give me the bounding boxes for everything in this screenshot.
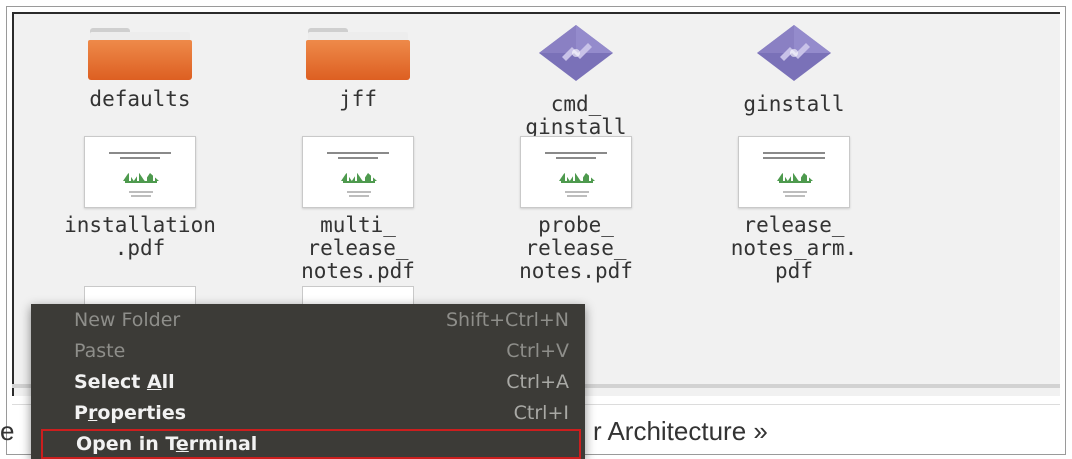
file-label: defaults (89, 87, 191, 111)
file-item-jff[interactable]: jff (288, 28, 428, 111)
menu-item-paste[interactable]: Paste Ctrl+V (41, 336, 581, 366)
pdf-icon (520, 136, 632, 208)
menu-item-select-all[interactable]: Select All Ctrl+A (41, 367, 581, 397)
menu-item-label: Properties (74, 402, 187, 424)
file-label: ginstall (743, 92, 845, 116)
file-label: probe_ release_ notes.pdf (519, 213, 633, 283)
menu-item-label: New Folder (74, 309, 181, 331)
file-item-release-notes-arm-pdf[interactable]: release_ notes_arm. pdf (714, 136, 874, 283)
file-item-probe-release-notes-pdf[interactable]: probe_ release_ notes.pdf (496, 136, 656, 283)
menu-item-shortcut: Shift+Ctrl+N (445, 309, 569, 331)
menu-item-shortcut: Ctrl+I (513, 402, 569, 424)
menu-item-label: Paste (74, 340, 126, 362)
file-item-installation-pdf[interactable]: installation .pdf (60, 136, 220, 260)
menu-item-properties[interactable]: Properties Ctrl+I (41, 398, 581, 428)
file-item-ginstall[interactable]: ginstall (724, 22, 864, 116)
menu-item-new-folder[interactable]: New Folder Shift+Ctrl+N (41, 305, 581, 335)
menu-item-label: Select All (74, 371, 175, 393)
file-item-multi-release-notes-pdf[interactable]: multi_ release_ notes.pdf (278, 136, 438, 283)
page-text-left: e (0, 416, 15, 446)
executable-icon (539, 25, 613, 81)
pdf-icon (302, 136, 414, 208)
executable-icon (757, 25, 831, 81)
pdf-icon (84, 136, 196, 208)
menu-item-label: Open in Terminal (76, 433, 258, 455)
file-label: jff (339, 87, 377, 111)
context-menu: New Folder Shift+Ctrl+N Paste Ctrl+V Sel… (31, 304, 585, 459)
file-label: cmd_ ginstall (525, 92, 627, 139)
pdf-icon-partial[interactable] (302, 286, 414, 306)
file-label: multi_ release_ notes.pdf (301, 213, 415, 283)
file-label: release_ notes_arm. pdf (730, 213, 858, 283)
folder-icon (306, 28, 410, 80)
menu-item-shortcut: Ctrl+A (506, 371, 569, 393)
file-item-cmd-ginstall[interactable]: cmd_ ginstall (506, 22, 646, 139)
page-text-next-link[interactable]: r Architecture » (593, 416, 768, 446)
file-label: installation .pdf (64, 213, 216, 260)
folder-icon (88, 28, 192, 80)
menu-item-shortcut: Ctrl+V (506, 340, 569, 362)
file-item-defaults[interactable]: defaults (70, 28, 210, 111)
menu-item-open-in-terminal[interactable]: Open in Terminal (41, 429, 581, 459)
pdf-icon-partial[interactable] (84, 286, 196, 306)
pdf-icon (738, 136, 850, 208)
